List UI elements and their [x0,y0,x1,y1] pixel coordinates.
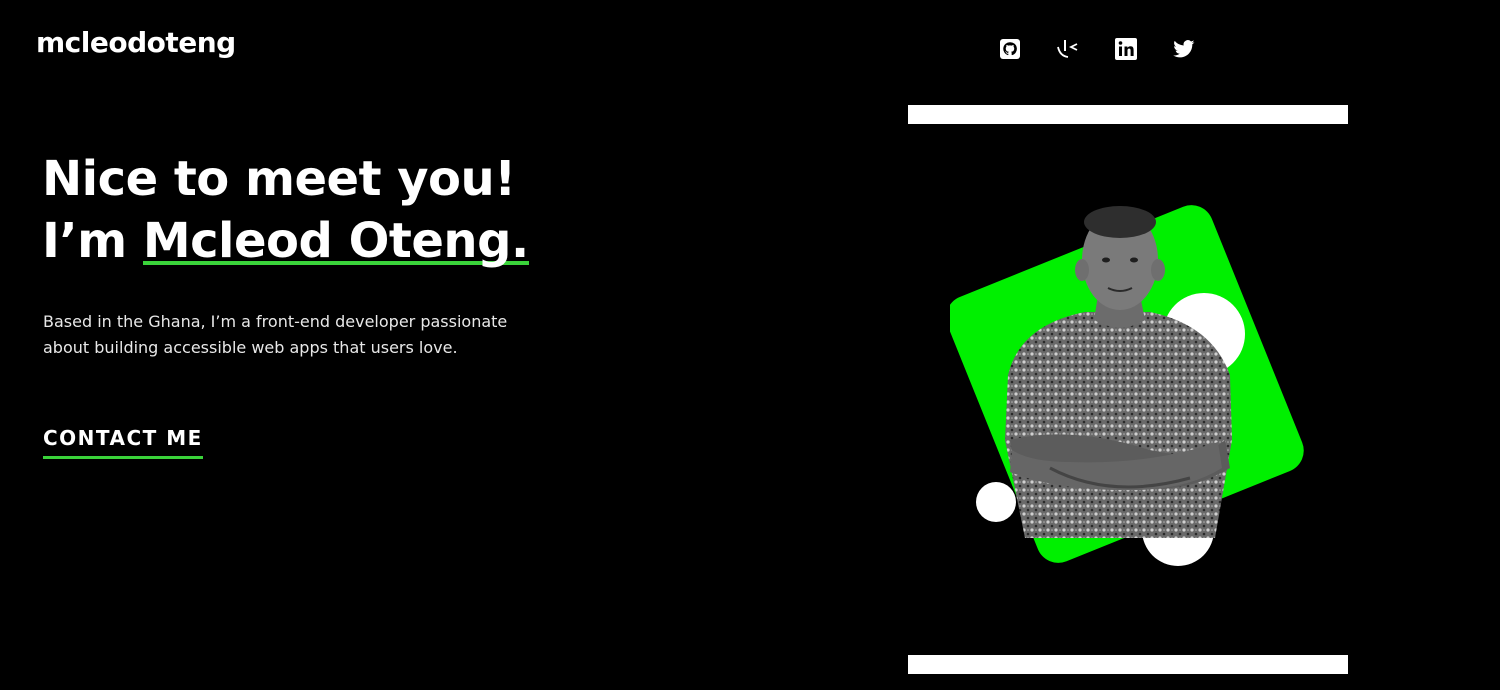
decorative-bar-bottom [908,655,1348,674]
frontend-mentor-icon [1057,40,1078,58]
profile-illustration [950,205,1304,566]
twitter-link[interactable] [1172,36,1196,62]
github-link[interactable] [998,36,1022,62]
linkedin-link[interactable] [1114,36,1138,62]
hero-intro-prefix: I’m [42,213,143,269]
page: mcleodoteng Nice to meet you! I’m Mcleod… [0,0,1500,690]
github-icon [1000,39,1020,59]
hero-greeting: Nice to meet you! [42,151,516,207]
frontend-mentor-link[interactable] [1056,36,1080,62]
hero-description: Based in the Ghana, I’m a front-end deve… [43,312,508,357]
hero-name: Mcleod Oteng. [142,213,529,269]
decorative-bar-top [908,105,1348,124]
twitter-icon [1173,40,1195,58]
linkedin-icon [1115,38,1137,60]
contact-me-button[interactable]: CONTACT ME [43,426,203,459]
hero-title: Nice to meet you! I’m Mcleod Oteng. [42,148,529,272]
site-logo[interactable]: mcleodoteng [36,26,236,59]
social-links [998,36,1196,62]
